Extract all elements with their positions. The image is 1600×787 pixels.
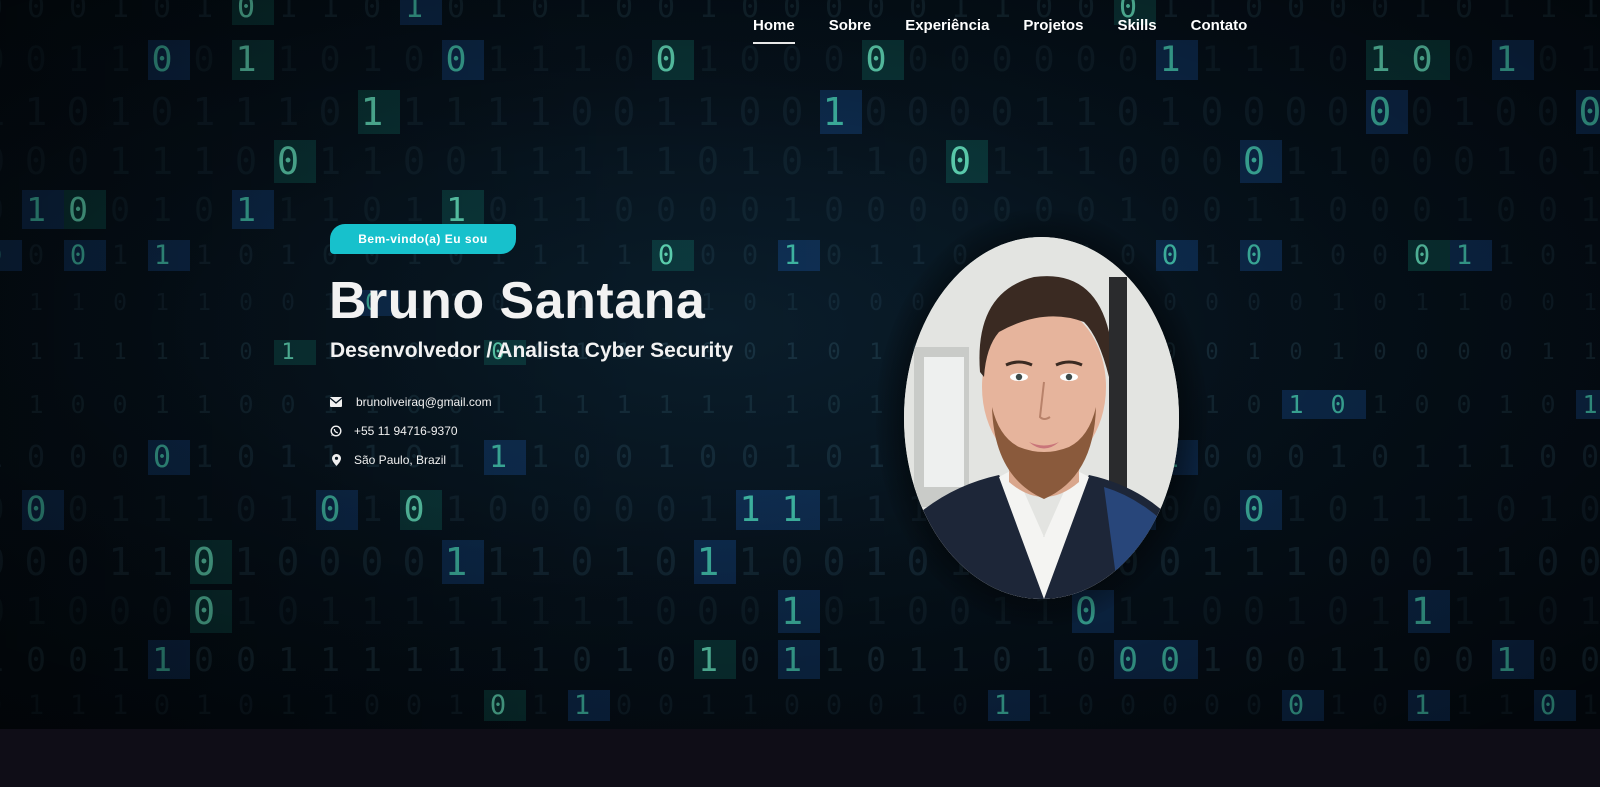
nav-sobre[interactable]: Sobre xyxy=(829,17,872,44)
hero-name: Bruno Santana xyxy=(329,272,706,330)
nav-contato[interactable]: Contato xyxy=(1191,17,1248,44)
map-pin-icon xyxy=(330,454,342,466)
welcome-badge: Bem-vindo(a) Eu sou xyxy=(330,224,516,254)
hero-role: Desenvolvedor / Analista Cyber Security xyxy=(330,339,734,362)
next-section-band xyxy=(0,729,1600,787)
profile-photo xyxy=(904,237,1179,599)
contact-location-text: São Paulo, Brazil xyxy=(354,453,447,467)
contact-email: brunoliveiraq@gmail.com xyxy=(330,395,492,409)
contact-phone: +55 11 94716-9370 xyxy=(330,424,458,438)
nav-projetos[interactable]: Projetos xyxy=(1023,17,1083,44)
nav-experiencia[interactable]: Experiência xyxy=(905,17,989,44)
envelope-icon xyxy=(330,396,342,408)
hero-section: 0001010110101010010000011000110000101111… xyxy=(0,0,1600,729)
profile-photo-wrapper xyxy=(876,209,1207,627)
main-nav: Home Sobre Experiência Projetos Skills C… xyxy=(753,17,1247,44)
whatsapp-icon xyxy=(330,425,342,437)
contact-location: São Paulo, Brazil xyxy=(330,453,446,467)
nav-skills[interactable]: Skills xyxy=(1117,17,1156,44)
background-vignette xyxy=(0,0,1600,729)
nav-home[interactable]: Home xyxy=(753,17,795,44)
contact-phone-text[interactable]: +55 11 94716-9370 xyxy=(354,424,458,438)
contact-email-text[interactable]: brunoliveiraq@gmail.com xyxy=(356,395,492,409)
